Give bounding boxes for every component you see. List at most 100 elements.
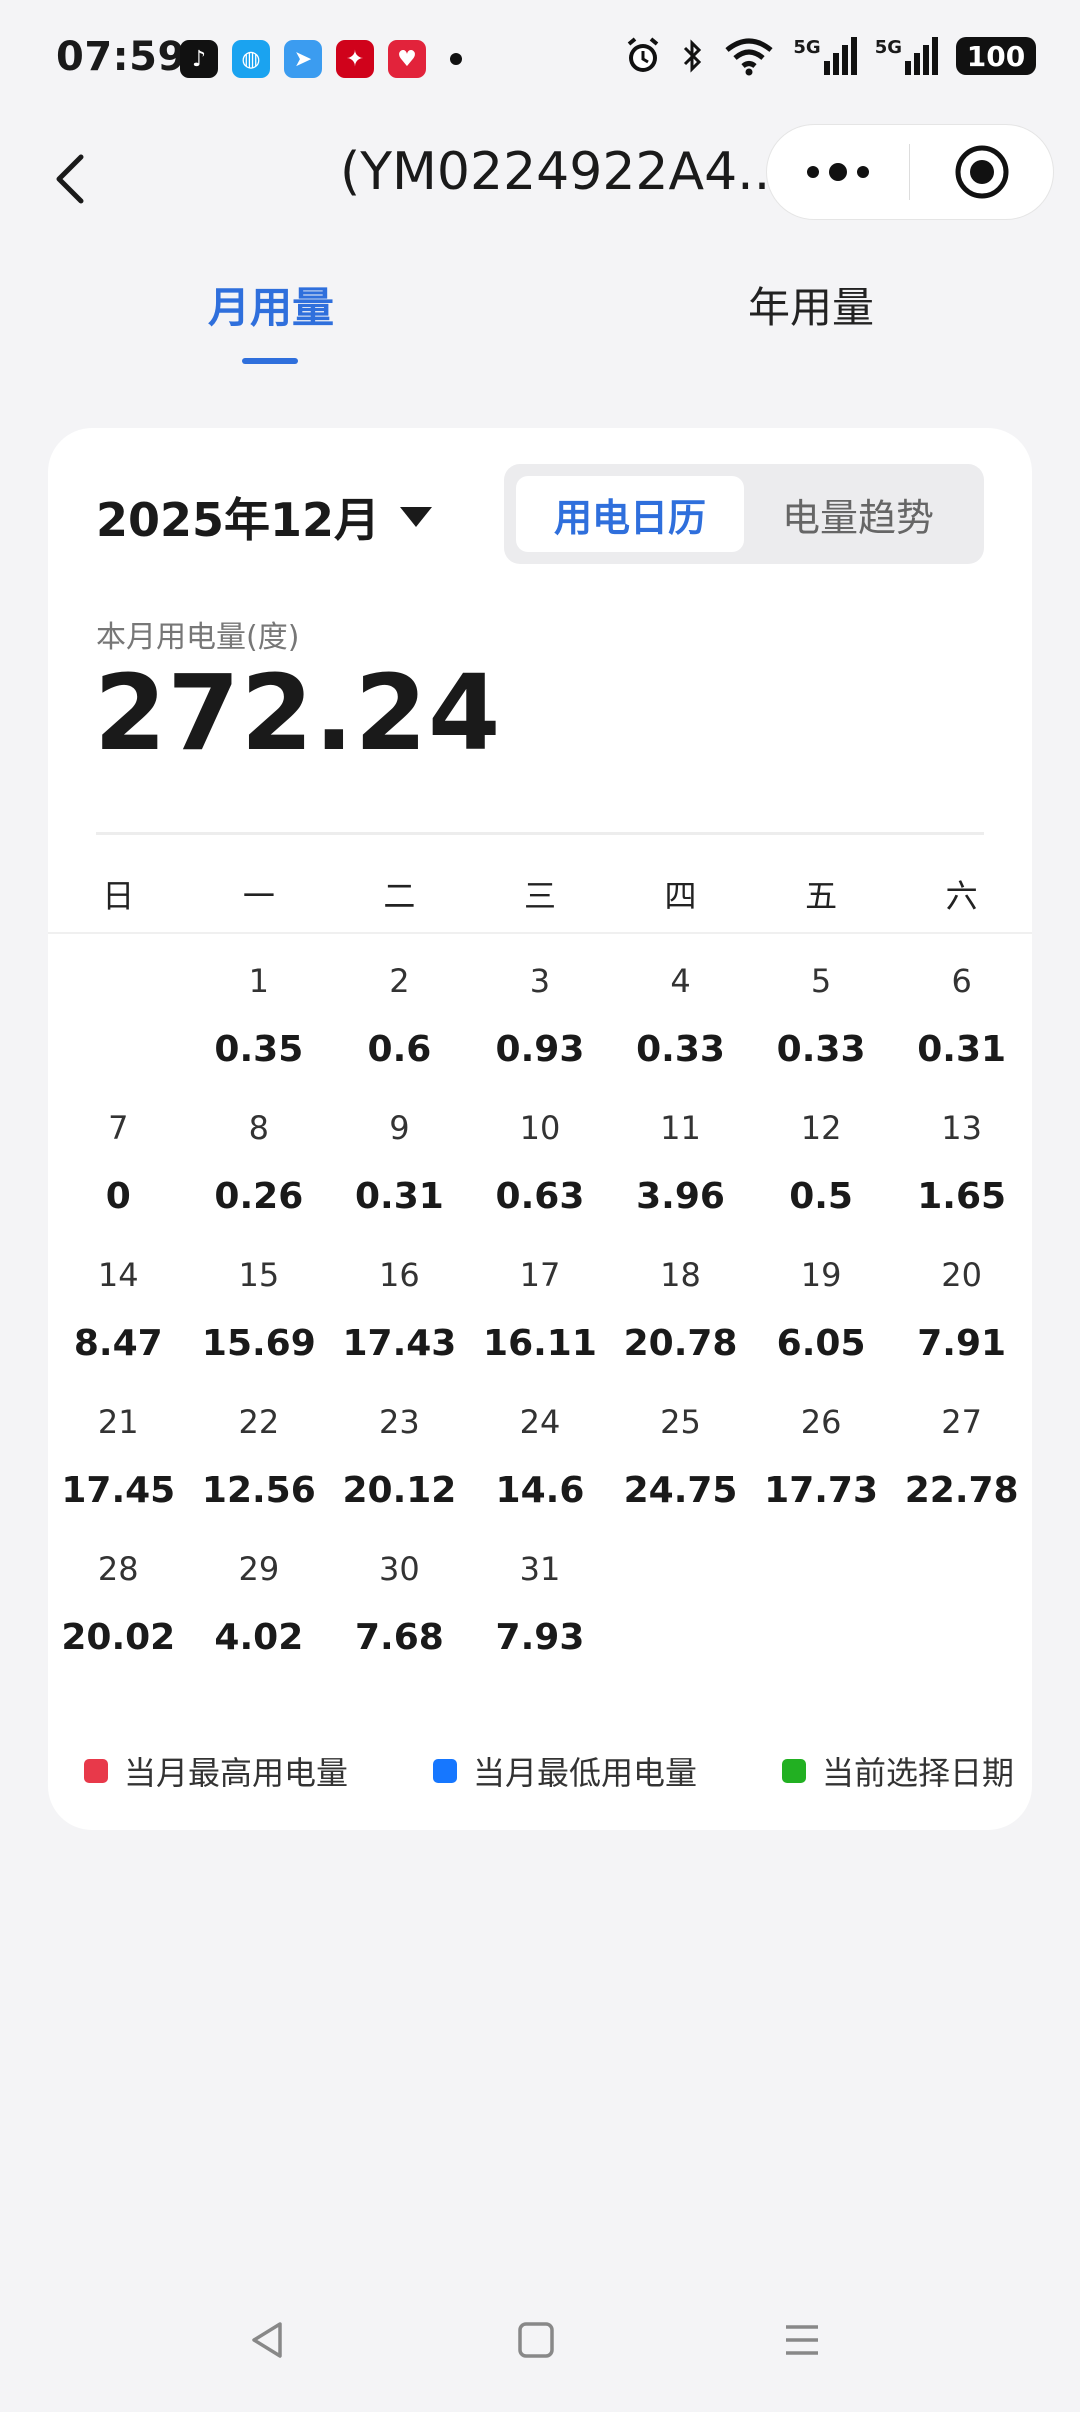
legend-item: 当月最高用电量 [84, 1748, 348, 1794]
square-home-icon [518, 2322, 554, 2358]
day-usage-value: 0.6 [367, 1029, 432, 1070]
calendar-day-cell[interactable]: 25 24.75 [610, 1391, 751, 1538]
cellular-signal-1-icon: 5G [793, 37, 857, 75]
calendar-day-cell[interactable]: 10 0.63 [470, 1097, 611, 1244]
day-usage-value: 15.69 [201, 1323, 316, 1364]
day-number: 9 [389, 1109, 410, 1147]
calendar-day-cell[interactable]: 15 15.69 [189, 1244, 330, 1391]
calendar-day-cell[interactable]: 2 0.6 [329, 950, 470, 1097]
calendar-day-cell[interactable]: 21 17.45 [48, 1391, 189, 1538]
calendar-day-cell[interactable]: 18 20.78 [610, 1244, 751, 1391]
calendar-day-cell[interactable]: 6 0.31 [891, 950, 1032, 1097]
calendar-day-cell[interactable]: 27 22.78 [891, 1391, 1032, 1538]
status-indicators: 5G 5G 100 [623, 36, 1036, 76]
calendar-day-cell[interactable]: 12 0.5 [751, 1097, 892, 1244]
nav-back-button[interactable] [228, 2300, 308, 2380]
notification-icons: ♪ ◍ ➤ ✦ ♥ [180, 40, 462, 78]
day-number: 18 [660, 1256, 701, 1294]
nav-menu-button[interactable] [762, 2300, 842, 2380]
day-number: 21 [97, 1403, 139, 1441]
tab-monthly-usage[interactable]: 月用量 [208, 274, 334, 335]
view-switcher: 用电日历 电量趋势 [504, 464, 984, 564]
tiktok-icon: ♪ [180, 40, 218, 78]
day-number: 28 [97, 1550, 139, 1588]
day-number: 20 [941, 1256, 983, 1294]
day-usage-value: 20.12 [342, 1470, 457, 1511]
day-usage-value: 0.5 [789, 1176, 853, 1217]
alarm-icon [628, 37, 659, 72]
tab-yearly-usage[interactable]: 年用量 [748, 274, 874, 335]
day-number: 16 [379, 1256, 420, 1294]
active-tab-indicator [242, 358, 298, 364]
status-time: 07:59 [56, 34, 186, 80]
page: 07:59 ♪ ◍ ➤ ✦ ♥ 5G 5G 100 (YM0224922A4..… [0, 0, 1080, 2412]
app-heart-icon: ♥ [388, 40, 426, 78]
weekday-label: 一 [242, 877, 275, 915]
day-number: 1 [248, 962, 270, 1000]
weekday-label: 日 [102, 877, 135, 915]
close-mini-program-button[interactable] [910, 125, 1053, 219]
calendar-day-cell[interactable]: 22 12.56 [189, 1391, 330, 1538]
day-number: 4 [670, 962, 691, 1000]
more-button[interactable] [767, 125, 909, 219]
weekday-label: 二 [383, 877, 416, 915]
day-usage-value: 0.26 [214, 1176, 304, 1217]
back-button[interactable] [36, 144, 106, 214]
weekday-label: 四 [664, 877, 697, 915]
day-usage-value: 17.45 [61, 1470, 176, 1511]
day-usage-value: 7.68 [354, 1617, 444, 1658]
divider [96, 832, 984, 835]
calendar-day-cell[interactable]: 11 3.96 [610, 1097, 751, 1244]
day-number: 13 [941, 1109, 983, 1147]
calendar-day-cell[interactable]: 24 14.6 [470, 1391, 611, 1538]
day-number: 24 [519, 1403, 561, 1441]
system-nav-bar [0, 2300, 1080, 2412]
calendar-day-cell[interactable]: 13 1.65 [891, 1097, 1032, 1244]
segment-trend[interactable]: 电量趋势 [744, 476, 972, 552]
calendar-day-cell[interactable]: 5 0.33 [751, 950, 892, 1097]
day-number: 29 [238, 1550, 280, 1588]
weekday-header: 日一二三四五六 [48, 860, 1032, 932]
calendar-day-cell[interactable]: 1 0.35 [189, 950, 330, 1097]
day-usage-value: 0.33 [776, 1029, 866, 1070]
calendar-day-cell[interactable]: 30 7.68 [329, 1538, 470, 1685]
calendar-day-cell[interactable]: 28 20.02 [48, 1538, 189, 1685]
calendar-day-cell[interactable]: 3 0.93 [470, 950, 611, 1097]
calendar-week-row: 28 20.02 29 4.02 30 7.68 31 7.93 [48, 1538, 1032, 1685]
battery-level: 100 [966, 39, 1026, 73]
calendar-day-cell[interactable]: 14 8.47 [48, 1244, 189, 1391]
calendar-day-cell[interactable]: 29 4.02 [189, 1538, 330, 1685]
calendar-day-cell[interactable]: 26 17.73 [751, 1391, 892, 1538]
monthly-usage-value: 272.24 [94, 652, 502, 774]
day-number: 10 [519, 1109, 561, 1147]
day-usage-value: 3.96 [636, 1176, 725, 1217]
calendar-empty-cell [48, 950, 189, 1097]
segment-calendar[interactable]: 用电日历 [516, 476, 744, 552]
calendar-day-cell[interactable]: 19 6.05 [751, 1244, 892, 1391]
legend-swatch [781, 1759, 806, 1783]
day-usage-value: 20.78 [623, 1323, 738, 1364]
calendar-day-cell[interactable]: 31 7.93 [470, 1538, 611, 1685]
month-selector[interactable]: 2025年12月 [96, 484, 433, 550]
calendar-day-cell[interactable]: 17 16.11 [470, 1244, 611, 1391]
wifi-icon [725, 38, 773, 76]
day-number: 26 [800, 1403, 842, 1441]
calendar-day-cell[interactable]: 23 20.12 [329, 1391, 470, 1538]
nav-home-button[interactable] [496, 2300, 576, 2380]
selected-month: 2025年12月 [96, 493, 381, 547]
calendar-day-cell[interactable]: 9 0.31 [329, 1097, 470, 1244]
legend-label: 当月最高用电量 [124, 1754, 349, 1792]
day-usage-value: 12.56 [201, 1470, 316, 1511]
calendar-day-cell[interactable]: 20 7.91 [891, 1244, 1032, 1391]
calendar-week-row: 7 0 8 0.26 9 0.31 10 0.63 11 3.96 12 0.5 13 1.65 [48, 1097, 1032, 1244]
calendar-day-cell[interactable]: 8 0.26 [189, 1097, 330, 1244]
day-number: 12 [800, 1109, 842, 1147]
day-number: 2 [389, 962, 410, 1000]
calendar-grid: 1 0.35 2 0.6 3 0.93 4 0.33 5 0.33 6 0.31 7 0 8 0.26 9 0.3… [48, 950, 1032, 1685]
target-close-icon [955, 145, 1008, 199]
day-number: 19 [800, 1256, 842, 1294]
calendar-day-cell[interactable]: 16 17.43 [329, 1244, 470, 1391]
calendar-day-cell[interactable]: 70 [48, 1097, 189, 1244]
calendar-day-cell[interactable]: 4 0.33 [610, 950, 751, 1097]
weekday-label: 三 [523, 877, 556, 915]
